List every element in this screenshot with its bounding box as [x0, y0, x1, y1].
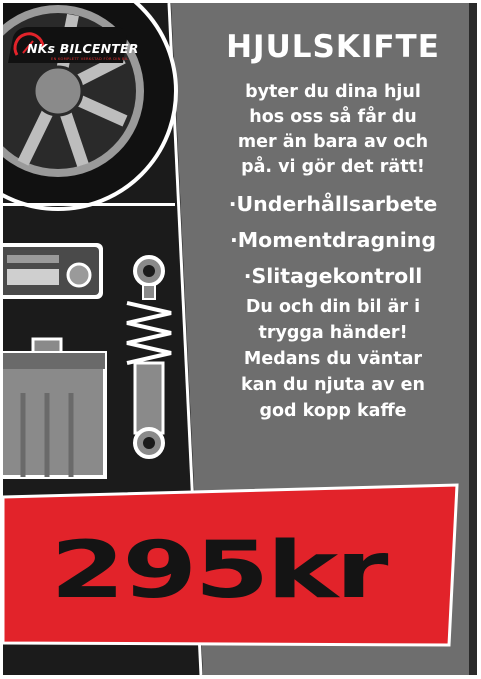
service-item: ·Slitagekontroll [243, 264, 423, 288]
outro-line: kan du njuta av en [241, 375, 425, 395]
car-battery-icon [3, 337, 107, 479]
poster: NKs BILCENTER EN KOMPLETT VERKSTAD FÖR D… [3, 3, 477, 675]
intro-text: byter du dina hjul hos oss så får du mer… [188, 80, 477, 180]
brand-logo: NKs BILCENTER EN KOMPLETT VERKSTAD FÖR D… [9, 29, 138, 71]
outro-text: Du och din bil är i trygga händer! Medan… [188, 294, 477, 424]
outro-line: god kopp kaffe [259, 401, 407, 421]
text-panel: HJULSKIFTE byter du dina hjul hos oss så… [188, 28, 477, 424]
service-item: ·Underhållsarbete [228, 192, 438, 216]
intro-line: mer än bara av och [237, 132, 429, 152]
car-radio-icon [3, 243, 103, 299]
service-list: ·Underhållsarbete ·Momentdragning ·Slita… [188, 186, 477, 294]
brand-name: NKs BILCENTER [27, 41, 139, 56]
headline: HJULSKIFTE [226, 29, 440, 65]
outro-line: Du och din bil är i [245, 297, 421, 317]
brand-tagline: EN KOMPLETT VERKSTAD FÖR DIN BIL [51, 57, 129, 61]
intro-line: på. vi gör det rätt! [241, 157, 425, 177]
intro-line: hos oss så får du [249, 107, 417, 127]
intro-line: byter du dina hjul [245, 82, 421, 102]
shock-absorber-icon [126, 255, 172, 459]
service-item: ·Momentdragning [229, 228, 437, 252]
outro-line: Medans du väntar [243, 349, 423, 369]
price-label: 295kr [50, 526, 388, 616]
outro-line: trygga händer! [258, 323, 408, 343]
